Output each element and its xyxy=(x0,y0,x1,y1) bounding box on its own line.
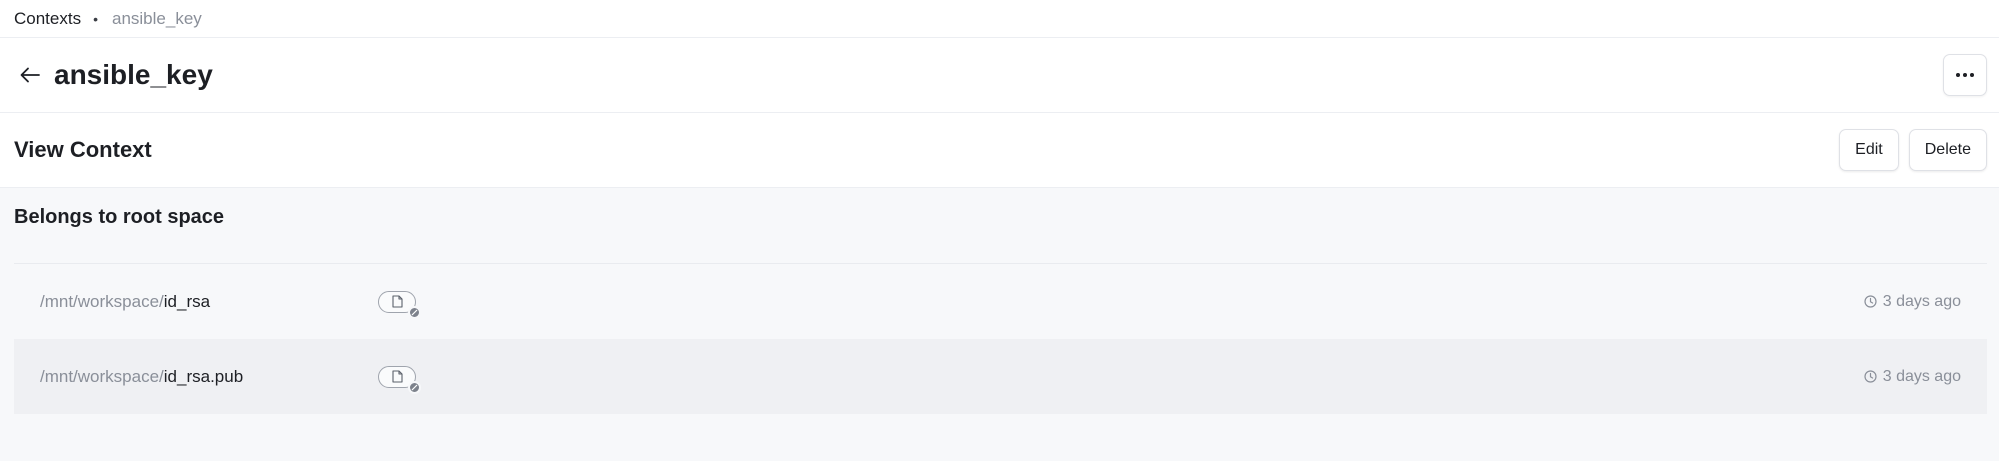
edit-button[interactable]: Edit xyxy=(1839,129,1899,171)
updated-time: 3 days ago xyxy=(1864,293,1961,311)
delete-button[interactable]: Delete xyxy=(1908,129,1987,171)
actions: Edit Delete xyxy=(1839,129,1987,171)
path-prefix: /mnt/workspace/ xyxy=(40,291,164,311)
breadcrumb: Contexts • ansible_key xyxy=(0,0,1999,38)
path-prefix: /mnt/workspace/ xyxy=(40,366,164,386)
clock-icon xyxy=(1864,295,1877,308)
mounted-files-list: /mnt/workspace/id_rsa 3 days ago /mnt/wo… xyxy=(14,263,1987,414)
lock-icon xyxy=(408,380,421,394)
mount-path: /mnt/workspace/id_rsa xyxy=(40,292,378,312)
ellipsis-icon xyxy=(1956,73,1974,77)
file-icon xyxy=(391,370,403,383)
back-button[interactable] xyxy=(18,63,42,87)
mount-path: /mnt/workspace/id_rsa.pub xyxy=(40,367,378,387)
breadcrumb-contexts-link[interactable]: Contexts xyxy=(14,9,81,29)
breadcrumb-current: ansible_key xyxy=(112,8,202,28)
more-options-button[interactable] xyxy=(1943,54,1987,96)
list-item[interactable]: /mnt/workspace/id_rsa 3 days ago xyxy=(14,264,1987,339)
file-type-badge xyxy=(378,365,421,394)
updated-time: 3 days ago xyxy=(1864,368,1961,386)
view-title: View Context xyxy=(14,137,152,162)
clock-icon xyxy=(1864,370,1877,383)
space-label: Belongs to root space xyxy=(14,206,225,228)
file-icon xyxy=(391,295,403,308)
breadcrumb-separator: • xyxy=(93,10,98,27)
lock-icon xyxy=(408,305,421,319)
path-filename: id_rsa xyxy=(163,291,211,311)
context-details: Belongs to root space /mnt/workspace/id_… xyxy=(0,188,1999,461)
title-bar: ansible_key xyxy=(0,38,1999,113)
file-type-badge xyxy=(378,290,421,319)
arrow-left-icon xyxy=(20,67,40,83)
timestamp-text: 3 days ago xyxy=(1882,367,1961,385)
view-header: View Context Edit Delete xyxy=(0,113,1999,188)
path-filename: id_rsa.pub xyxy=(163,366,244,386)
page-title: ansible_key xyxy=(54,59,213,90)
timestamp-text: 3 days ago xyxy=(1882,292,1961,310)
list-item[interactable]: /mnt/workspace/id_rsa.pub 3 days ago xyxy=(14,339,1987,414)
